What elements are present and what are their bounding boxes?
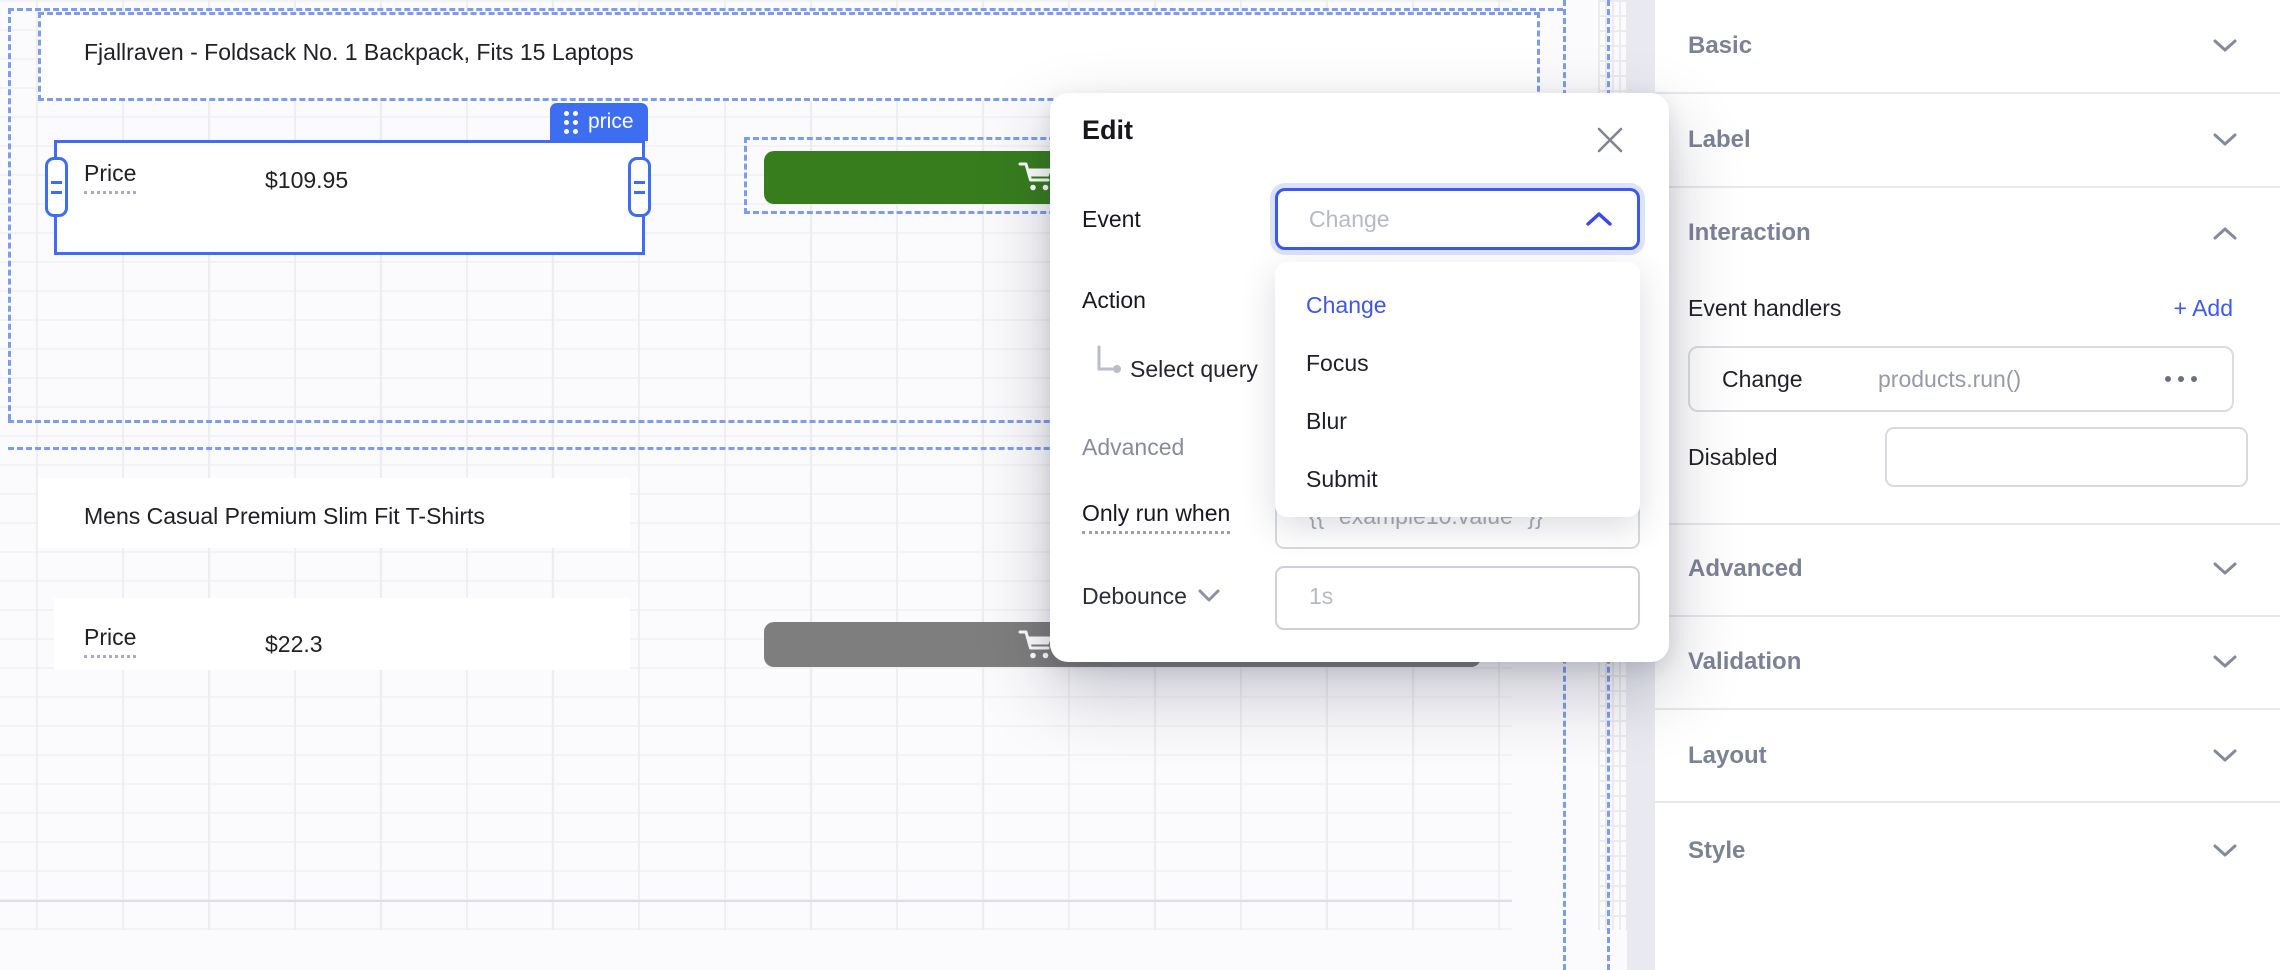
action-select-value[interactable]: Select query — [1130, 351, 1258, 387]
section-divider — [1655, 615, 2280, 617]
event-options-menu: Change Focus Blur Submit — [1275, 262, 1640, 517]
chevron-down-icon[interactable] — [2212, 842, 2238, 860]
chevron-up-icon — [1585, 210, 1613, 228]
add-event-handler-link[interactable]: + Add — [2174, 290, 2233, 326]
app-screen: Fjallraven - Foldsack No. 1 Backpack, Fi… — [0, 0, 2280, 970]
section-divider — [1655, 186, 2280, 188]
event-select[interactable]: Change — [1275, 188, 1640, 250]
advanced-section-label: Advanced — [1082, 429, 1184, 465]
price-widget-1[interactable] — [54, 140, 645, 255]
section-advanced[interactable]: Advanced — [1688, 551, 1803, 587]
price-label-1: Price — [84, 160, 136, 194]
section-basic[interactable]: Basic — [1688, 28, 1752, 64]
item2-title-text: Mens Casual Premium Slim Fit T-Shirts — [84, 494, 485, 538]
event-handler-row[interactable]: Change products.run() — [1688, 346, 2234, 412]
action-label: Action — [1082, 282, 1146, 318]
price-widget-2[interactable] — [54, 598, 630, 670]
section-divider — [1655, 523, 2280, 525]
edit-modal: Edit Event Change Action Select query Ad… — [1050, 93, 1669, 662]
section-label[interactable]: Label — [1688, 122, 1751, 158]
disabled-input[interactable] — [1885, 427, 2248, 487]
price-value-2: $22.3 — [265, 622, 323, 666]
price-value-1: $109.95 — [265, 158, 348, 202]
price-widget-badge[interactable]: price — [550, 103, 648, 141]
price-widget-badge-label: price — [588, 110, 634, 134]
section-validation[interactable]: Validation — [1688, 644, 1801, 680]
section-layout[interactable]: Layout — [1688, 738, 1767, 774]
chevron-down-icon — [1197, 588, 1221, 604]
event-select-value: Change — [1309, 206, 1390, 233]
drag-dots-icon — [564, 111, 578, 134]
event-label: Event — [1082, 201, 1141, 237]
menu-option-submit[interactable]: Submit — [1306, 457, 1378, 501]
modal-title: Edit — [1082, 115, 1133, 146]
inspector-panel: Basic Label Interaction Event handlers +… — [1655, 0, 2280, 970]
section-divider — [1655, 801, 2280, 803]
menu-option-change[interactable]: Change — [1306, 283, 1387, 327]
more-options-icon[interactable] — [2165, 348, 2197, 410]
section-interaction[interactable]: Interaction — [1688, 215, 1811, 251]
chevron-down-icon[interactable] — [2212, 653, 2238, 671]
chevron-down-icon[interactable] — [2212, 131, 2238, 149]
debounce-label[interactable]: Debounce — [1082, 578, 1221, 614]
query-tree-icon — [1096, 345, 1126, 379]
menu-option-blur[interactable]: Blur — [1306, 399, 1347, 443]
close-icon[interactable] — [1595, 125, 1625, 155]
section-divider — [1655, 92, 2280, 94]
resize-handle-right[interactable] — [628, 157, 651, 217]
disabled-label: Disabled — [1688, 439, 1778, 475]
resize-handle-left[interactable] — [45, 157, 68, 217]
section-divider — [1655, 708, 2280, 710]
chevron-down-icon[interactable] — [2212, 37, 2238, 55]
menu-option-focus[interactable]: Focus — [1306, 341, 1369, 385]
debounce-input[interactable]: 1s — [1275, 566, 1640, 630]
event-handlers-label: Event handlers — [1688, 290, 1841, 326]
chevron-up-icon[interactable] — [2212, 224, 2238, 242]
canvas-guide-line — [0, 900, 1512, 902]
only-run-when-label: Only run when — [1082, 499, 1230, 535]
handler-event: Change — [1722, 348, 1803, 410]
item1-title-text: Fjallraven - Foldsack No. 1 Backpack, Fi… — [84, 30, 634, 74]
item1-container-left — [8, 8, 11, 420]
handler-action: products.run() — [1878, 348, 2021, 410]
chevron-down-icon[interactable] — [2212, 560, 2238, 578]
price-label-2: Price — [84, 624, 136, 658]
section-style[interactable]: Style — [1688, 833, 1745, 869]
chevron-down-icon[interactable] — [2212, 747, 2238, 765]
item1-container-top — [8, 8, 1563, 11]
debounce-placeholder: 1s — [1309, 583, 1333, 610]
